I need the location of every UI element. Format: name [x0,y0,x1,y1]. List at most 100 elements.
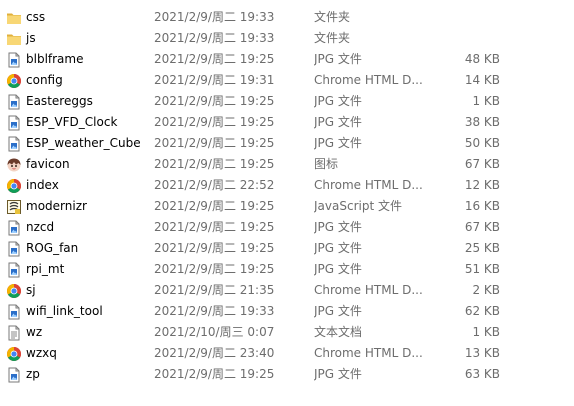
file-name: nzcd [26,220,55,234]
file-type: Chrome HTML D... [314,178,422,192]
file-date-modified: 2021/2/9/周二 22:52 [154,178,275,192]
file-type: JPG 文件 [314,115,362,129]
file-size: 67 KB [464,157,500,171]
file-type: JavaScript 文件 [314,199,402,213]
file-size: 63 KB [464,367,500,381]
file-type: JPG 文件 [314,262,362,276]
file-size: 12 KB [464,178,500,192]
file-type: 文本文档 [314,325,363,339]
file-type: Chrome HTML D... [314,283,422,297]
file-name: favicon [26,157,70,171]
file-name: Eastereggs [26,94,93,108]
file-name: wzxq [26,346,57,360]
jpg-file-icon [6,367,22,383]
file-size: 1 KB [472,94,500,108]
file-type: Chrome HTML D... [314,346,422,360]
file-row-eastereggs[interactable]: Eastereggs 2021/2/9/周二 19:25 JPG 文件 1 KB [0,91,574,112]
file-date-modified: 2021/2/9/周二 23:40 [154,346,275,360]
jpg-file-icon [6,304,22,320]
file-name: wifi_link_tool [26,304,103,318]
file-size: 38 KB [464,115,500,129]
file-name: zp [26,367,40,381]
file-name: sj [26,283,36,297]
file-date-modified: 2021/2/9/周二 19:25 [154,115,275,129]
file-row-esp-weather-cube[interactable]: ESP_weather_Cube 2021/2/9/周二 19:25 JPG 文件 5… [0,133,574,154]
file-row-wz[interactable]: wz 2021/2/10/周三 0:07 文本文档 1 KB [0,322,574,343]
chrome-html-icon [6,346,22,362]
javascript-file-icon [6,199,22,215]
file-size: 51 KB [464,262,500,276]
jpg-file-icon [6,220,22,236]
file-size: 2 KB [472,283,500,297]
file-type: JPG 文件 [314,52,362,66]
file-date-modified: 2021/2/9/周二 19:25 [154,136,275,150]
file-row-rog-fan[interactable]: ROG_fan 2021/2/9/周二 19:25 JPG 文件 25 KB [0,238,574,259]
file-size: 1 KB [472,325,500,339]
file-date-modified: 2021/2/10/周三 0:07 [154,325,275,339]
file-name: css [26,10,46,24]
file-row-modernizr[interactable]: modernizr 2021/2/9/周二 19:25 JavaScript 文件 1… [0,196,574,217]
file-date-modified: 2021/2/9/周二 19:25 [154,94,275,108]
jpg-file-icon [6,262,22,278]
folder-icon [6,31,22,47]
file-size: 13 KB [464,346,500,360]
jpg-file-icon [6,52,22,68]
file-type: JPG 文件 [314,94,362,108]
file-row-wzxq[interactable]: wzxq 2021/2/9/周二 23:40 Chrome HTML D... 13 … [0,343,574,364]
file-date-modified: 2021/2/9/周二 19:25 [154,199,275,213]
chrome-html-icon [6,283,22,299]
file-name: modernizr [26,199,87,213]
jpg-file-icon [6,136,22,152]
file-row-favicon[interactable]: favicon 2021/2/9/周二 19:25 图标 67 KB [0,154,574,175]
file-type: Chrome HTML D... [314,73,422,87]
file-size: 62 KB [464,304,500,318]
file-name: index [26,178,59,192]
file-date-modified: 2021/2/9/周二 19:25 [154,367,275,381]
file-date-modified: 2021/2/9/周二 19:25 [154,262,275,276]
file-name: js [26,31,36,45]
file-row-css[interactable]: css 2021/2/9/周二 19:33 文件夹 [0,7,574,28]
file-name: rpi_mt [26,262,65,276]
file-name: config [26,73,63,87]
file-size: 50 KB [464,136,500,150]
file-type: 文件夹 [314,31,351,45]
file-row-blblframe[interactable]: blblframe 2021/2/9/周二 19:25 JPG 文件 48 KB [0,49,574,70]
file-row-esp-vfd-clock[interactable]: ESP_VFD_Clock 2021/2/9/周二 19:25 JPG 文件 38 K… [0,112,574,133]
file-row-index[interactable]: index 2021/2/9/周二 22:52 Chrome HTML D... 12… [0,175,574,196]
text-file-icon [6,325,22,341]
file-type: JPG 文件 [314,220,362,234]
file-row-config[interactable]: config 2021/2/9/周二 19:31 Chrome HTML D... 1… [0,70,574,91]
file-row-nzcd[interactable]: nzcd 2021/2/9/周二 19:25 JPG 文件 67 KB [0,217,574,238]
file-date-modified: 2021/2/9/周二 19:33 [154,304,275,318]
file-type: JPG 文件 [314,304,362,318]
file-date-modified: 2021/2/9/周二 19:25 [154,157,275,171]
file-size: 16 KB [464,199,500,213]
file-type: JPG 文件 [314,367,362,381]
folder-icon [6,10,22,26]
file-type: 图标 [314,157,339,171]
file-size: 67 KB [464,220,500,234]
chrome-html-icon [6,73,22,89]
file-row-wifi-link-tool[interactable]: wifi_link_tool 2021/2/9/周二 19:33 JPG 文件 62 … [0,301,574,322]
jpg-file-icon [6,115,22,131]
file-date-modified: 2021/2/9/周二 19:25 [154,220,275,234]
file-name: ESP_weather_Cube [26,136,141,150]
file-type: JPG 文件 [314,241,362,255]
file-date-modified: 2021/2/9/周二 19:33 [154,31,275,45]
jpg-file-icon [6,241,22,257]
file-date-modified: 2021/2/9/周二 19:31 [154,73,275,87]
file-name: wz [26,325,43,339]
file-name: ROG_fan [26,241,79,255]
jpg-file-icon [6,94,22,110]
file-row-sj[interactable]: sj 2021/2/9/周二 21:35 Chrome HTML D... 2 KB [0,280,574,301]
chrome-html-icon [6,178,22,194]
file-size: 48 KB [464,52,500,66]
file-name: blblframe [26,52,84,66]
favicon-icon [6,157,22,173]
file-date-modified: 2021/2/9/周二 21:35 [154,283,275,297]
file-row-rpi-mt[interactable]: rpi_mt 2021/2/9/周二 19:25 JPG 文件 51 KB [0,259,574,280]
file-name: ESP_VFD_Clock [26,115,118,129]
file-row-zp[interactable]: zp 2021/2/9/周二 19:25 JPG 文件 63 KB [0,364,574,385]
file-row-js[interactable]: js 2021/2/9/周二 19:33 文件夹 [0,28,574,49]
file-size: 14 KB [464,73,500,87]
